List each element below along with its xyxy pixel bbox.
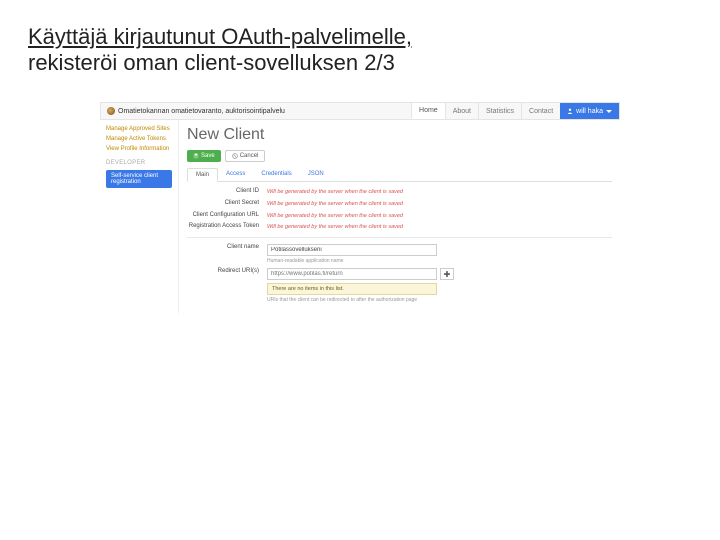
note-config-url: Will be generated by the server when the… xyxy=(267,213,403,219)
tab-credentials[interactable]: Credentials xyxy=(253,168,299,181)
save-label: Save xyxy=(201,153,215,159)
nav-home[interactable]: Home xyxy=(411,103,445,119)
note-reg-token: Will be generated by the server when the… xyxy=(267,224,403,230)
tab-json[interactable]: JSON xyxy=(300,168,332,181)
row-client-id: Client ID Will be generated by the serve… xyxy=(187,188,612,196)
label-client-name: Client name xyxy=(187,244,267,252)
label-reg-token: Registration Access Token xyxy=(187,223,267,231)
topbar: Omatietokannan omatietovaranto, auktoris… xyxy=(100,102,620,120)
client-name-input[interactable] xyxy=(267,244,437,256)
plus-icon: ✚ xyxy=(444,270,451,279)
cancel-button[interactable]: Cancel xyxy=(225,150,266,162)
label-redirect-uri: Redirect URI(s) xyxy=(187,268,267,276)
user-name: will haka xyxy=(576,108,603,115)
app-screenshot: Omatietokannan omatietovaranto, auktoris… xyxy=(100,102,620,313)
sidebar-item-manage-sites[interactable]: Manage Approved Sites xyxy=(100,124,178,134)
caret-down-icon xyxy=(606,110,612,113)
user-menu[interactable]: will haka xyxy=(560,103,619,119)
nav-about[interactable]: About xyxy=(445,103,478,119)
cancel-icon xyxy=(232,153,238,159)
nav-statistics[interactable]: Statistics xyxy=(478,103,521,119)
brand-icon xyxy=(107,107,115,115)
slide-title-line2: rekisteröi oman client-sovelluksen 2/3 xyxy=(28,50,395,75)
redirect-empty-note: There are no items in this list. xyxy=(267,283,437,295)
action-bar: Save Cancel xyxy=(187,150,612,162)
tabs: Main Access Credentials JSON xyxy=(187,168,612,182)
sidebar-item-view-profile[interactable]: View Profile Information xyxy=(100,144,178,154)
save-button[interactable]: Save xyxy=(187,150,221,162)
slide-title-line1: Käyttäjä kirjautunut OAuth-palvelimelle, xyxy=(28,24,412,49)
save-icon xyxy=(193,153,199,159)
row-client-name: Client name Human-readable application n… xyxy=(187,237,612,264)
row-reg-token: Registration Access Token Will be genera… xyxy=(187,223,612,231)
sidebar-item-manage-tokens[interactable]: Manage Active Tokens xyxy=(100,134,178,144)
tab-main[interactable]: Main xyxy=(187,168,218,182)
hint-redirect-uri: URIs that the client can be redirected t… xyxy=(267,297,612,303)
sidebar-group-developer: DEVELOPER xyxy=(100,154,178,168)
sidebar: Manage Approved Sites Manage Active Toke… xyxy=(100,120,178,313)
note-client-id: Will be generated by the server when the… xyxy=(267,189,403,195)
label-config-url: Client Configuration URL xyxy=(187,212,267,220)
sidebar-item-selfservice[interactable]: Self-service client registration xyxy=(106,170,172,188)
brand: Omatietokannan omatietovaranto, auktoris… xyxy=(101,107,291,115)
user-icon xyxy=(567,108,573,114)
row-client-secret: Client Secret Will be generated by the s… xyxy=(187,200,612,208)
topnav: Home About Statistics Contact will haka xyxy=(411,103,619,119)
slide-title: Käyttäjä kirjautunut OAuth-palvelimelle,… xyxy=(0,0,720,84)
redirect-uri-input[interactable] xyxy=(267,268,437,280)
row-redirect-uri: Redirect URI(s) ✚ There are no items in … xyxy=(187,268,612,303)
page-title: New Client xyxy=(187,126,612,144)
main-panel: New Client Save Cancel Main Access Crede… xyxy=(178,120,620,313)
hint-client-name: Human-readable application name xyxy=(267,258,612,264)
tab-access[interactable]: Access xyxy=(218,168,253,181)
label-client-id: Client ID xyxy=(187,188,267,196)
brand-text: Omatietokannan omatietovaranto, auktoris… xyxy=(118,108,285,115)
nav-contact[interactable]: Contact xyxy=(521,103,560,119)
label-client-secret: Client Secret xyxy=(187,200,267,208)
row-config-url: Client Configuration URL Will be generat… xyxy=(187,212,612,220)
add-uri-button[interactable]: ✚ xyxy=(440,268,454,280)
cancel-label: Cancel xyxy=(240,153,259,159)
note-client-secret: Will be generated by the server when the… xyxy=(267,201,403,207)
